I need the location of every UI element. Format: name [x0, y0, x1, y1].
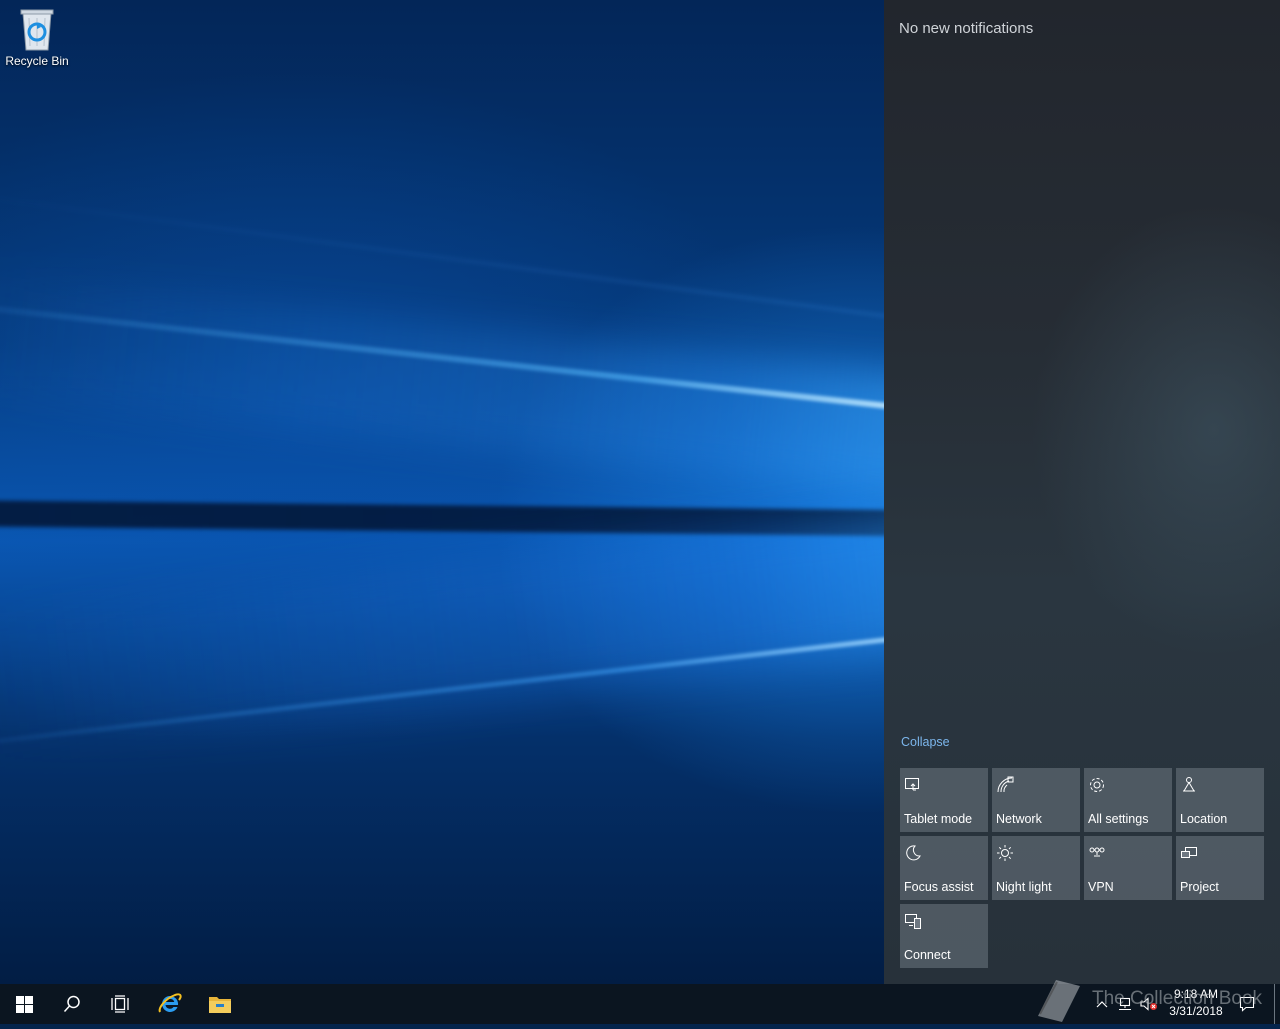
quick-action-focus-assist[interactable]: Focus assist	[900, 836, 988, 900]
moon-icon	[906, 845, 921, 861]
wallpaper-glow	[0, 506, 884, 760]
quick-action-label: Network	[996, 812, 1042, 826]
show-desktop-button[interactable]	[1274, 984, 1280, 1024]
quick-action-label: Focus assist	[904, 880, 974, 894]
quick-action-tablet-mode[interactable]: Tablet mode	[900, 768, 988, 832]
quick-action-location[interactable]: Location	[1176, 768, 1264, 832]
desktop[interactable]: Recycle Bin	[0, 0, 884, 984]
volume-muted-icon	[1140, 997, 1157, 1011]
taskbar: 9:18 AM 3/31/2018	[0, 984, 1280, 1024]
sun-icon	[997, 845, 1013, 861]
quick-action-project[interactable]: Project	[1176, 836, 1264, 900]
location-icon	[1183, 777, 1195, 792]
quick-action-vpn[interactable]: VPN	[1084, 836, 1172, 900]
task-view-button[interactable]	[96, 984, 144, 1024]
volume-tray-button[interactable]	[1138, 984, 1160, 1024]
quick-action-all-settings[interactable]: All settings	[1084, 768, 1172, 832]
windows-start-icon	[15, 995, 33, 1013]
connect-icon	[905, 914, 921, 929]
quick-action-label: VPN	[1088, 880, 1114, 894]
collapse-link[interactable]: Collapse	[901, 735, 950, 749]
internet-explorer-icon	[158, 993, 182, 1013]
wallpaper-beam	[0, 190, 884, 324]
internet-explorer-button[interactable]	[146, 984, 194, 1024]
network-tray-icon	[1119, 997, 1131, 1011]
vpn-icon	[1089, 847, 1105, 857]
quick-action-label: Project	[1180, 880, 1219, 894]
quick-action-label: Tablet mode	[904, 812, 973, 826]
start-button[interactable]	[0, 984, 48, 1024]
project-icon	[1181, 847, 1197, 858]
tablet-mode-icon	[905, 778, 919, 791]
search-button[interactable]	[48, 984, 96, 1024]
action-center-panel: No new notifications Collapse Tablet mod…	[884, 0, 1280, 984]
show-hidden-icons-button[interactable]	[1092, 984, 1112, 1024]
task-view-icon	[111, 995, 129, 1013]
file-explorer-icon	[209, 997, 231, 1013]
quick-action-connect[interactable]: Connect	[900, 904, 988, 968]
quick-action-network[interactable]: Network	[992, 768, 1080, 832]
network-icon	[997, 776, 1014, 793]
quick-action-label: All settings	[1088, 812, 1149, 826]
tray-time: 9:18 AM	[1173, 987, 1219, 1001]
wallpaper-beam	[0, 300, 884, 414]
wallpaper-glow	[0, 270, 884, 498]
recycle-bin-icon	[20, 9, 54, 51]
gear-icon	[1090, 778, 1104, 792]
notifications-heading: No new notifications	[899, 20, 1034, 37]
action-center-icon	[1239, 996, 1255, 1012]
wallpaper-beam	[0, 631, 884, 750]
tray-clock[interactable]: 9:18 AM 3/31/2018	[1158, 986, 1234, 1020]
wallpaper-dark-band	[0, 500, 884, 537]
network-tray-button[interactable]	[1114, 984, 1136, 1024]
quick-action-label: Night light	[996, 880, 1052, 894]
file-explorer-button[interactable]	[196, 984, 244, 1024]
tray-date: 3/31/2018	[1169, 1004, 1223, 1018]
quick-action-night-light[interactable]: Night light	[992, 836, 1080, 900]
desktop-icon-label: Recycle Bin	[5, 54, 69, 68]
search-icon	[63, 995, 80, 1013]
desktop-icon-recycle-bin[interactable]: Recycle Bin	[2, 6, 72, 68]
chevron-up-icon	[1096, 1001, 1108, 1008]
quick-action-label: Connect	[904, 948, 951, 962]
action-center-button[interactable]	[1236, 984, 1258, 1024]
quick-action-label: Location	[1180, 812, 1228, 826]
